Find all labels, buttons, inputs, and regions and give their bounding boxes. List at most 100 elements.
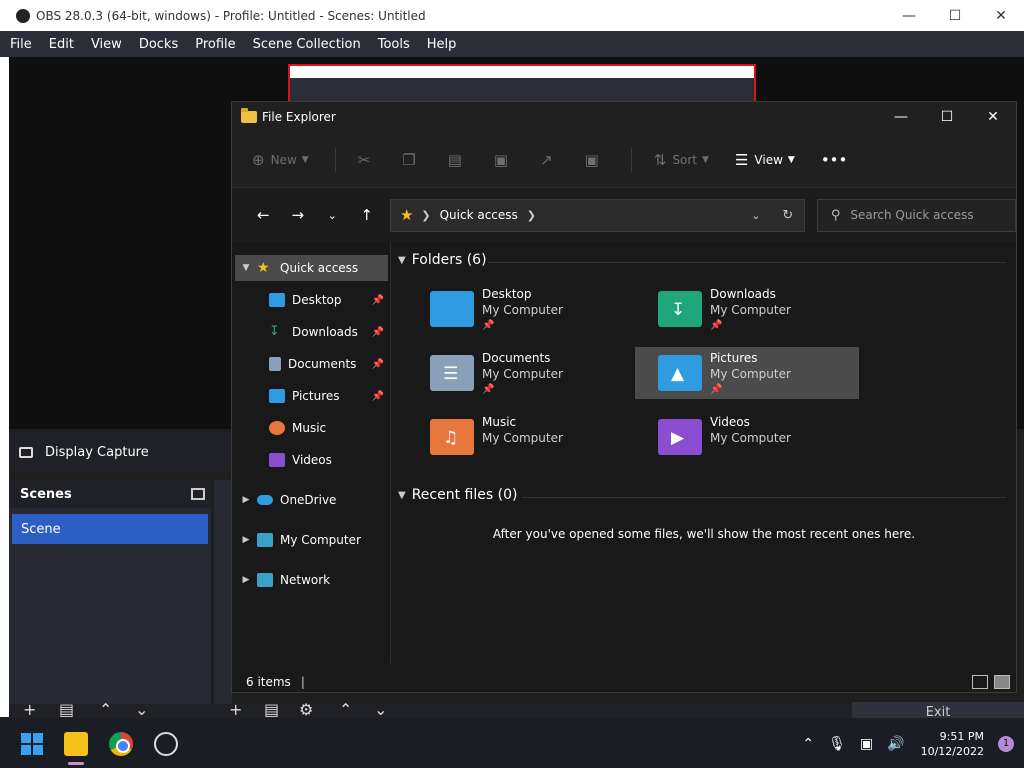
add-scene-icon[interactable]: + <box>23 700 36 719</box>
chevron-right-icon[interactable]: ❯ <box>527 209 536 222</box>
recent-files-empty-message: After you've opened some files, we'll sh… <box>492 527 916 541</box>
chevron-down-icon: ▼ <box>398 254 406 266</box>
file-explorer-window: File Explorer — ☐ ✕ ⊕ New ▼ ✂ ❐ ▤ ▣ ↗ ▣ … <box>231 101 1017 693</box>
obs-exit-button[interactable]: Exit <box>852 702 1024 718</box>
chevron-down-icon: ▼ <box>787 154 795 165</box>
obs-maximize-button[interactable]: ☐ <box>932 8 978 24</box>
source-up-icon[interactable]: ⌃ <box>339 700 352 719</box>
explorer-close-button[interactable]: ✕ <box>970 109 1016 125</box>
more-options-button[interactable]: ••• <box>821 151 854 169</box>
explorer-maximize-button[interactable]: ☐ <box>924 109 970 125</box>
search-icon: ⚲ <box>830 207 841 223</box>
folder-tile-music[interactable]: ♫ Music My Computer <box>424 411 648 463</box>
tree-item-network[interactable]: ▶ Network <box>235 567 388 593</box>
scissors-icon: ✂ <box>357 150 371 169</box>
tree-item-my-computer[interactable]: ▶ My Computer <box>235 527 388 553</box>
network-status-icon[interactable]: ▣ <box>860 736 873 752</box>
pin-icon: 📌 <box>710 384 723 395</box>
view-button[interactable]: ☰ View ▼ <box>735 151 795 169</box>
new-button[interactable]: ⊕ New ▼ <box>252 151 309 169</box>
obs-minimize-button[interactable]: — <box>886 8 932 24</box>
tree-item-onedrive[interactable]: ▶ OneDrive <box>235 487 388 513</box>
menu-profile[interactable]: Profile <box>195 37 235 52</box>
pin-icon: 📌 <box>482 384 495 395</box>
tree-item-quick-access[interactable]: ▼ ★ Quick access <box>235 255 388 281</box>
move-up-icon[interactable]: ⌃ <box>99 700 112 719</box>
folder-tile-documents[interactable]: ☰ Documents My Computer 📌 <box>424 347 648 399</box>
volume-icon[interactable]: 🔊 <box>887 736 904 752</box>
details-view-icon[interactable] <box>972 675 988 689</box>
folder-tile-desktop[interactable]: Desktop My Computer 📌 <box>424 283 648 335</box>
folder-tile-pictures[interactable]: ▲ Pictures My Computer 📌 <box>635 347 859 399</box>
tree-item-desktop[interactable]: Desktop 📌 <box>235 287 388 313</box>
explorer-minimize-button[interactable]: — <box>878 109 924 125</box>
obs-close-button[interactable]: ✕ <box>978 8 1024 24</box>
cut-button[interactable]: ✂ <box>358 151 377 169</box>
chevron-down-icon[interactable]: ▼ <box>235 263 257 273</box>
command-bar: ⊕ New ▼ ✂ ❐ ▤ ▣ ↗ ▣ ⇅ Sort ▼ ☰ View ▼ ••… <box>232 132 1016 188</box>
scenes-dock: Scenes Scene <box>9 480 211 708</box>
chevron-right-icon[interactable]: ▶ <box>235 535 257 545</box>
taskbar-chrome-icon[interactable] <box>109 732 133 756</box>
add-source-icon[interactable]: + <box>229 700 242 719</box>
chevron-right-icon[interactable]: ▶ <box>235 495 257 505</box>
recent-files-section-header[interactable]: ▼ Recent files (0) <box>398 487 517 503</box>
sort-button[interactable]: ⇅ Sort ▼ <box>654 151 709 169</box>
tree-item-music[interactable]: Music <box>235 415 388 441</box>
menu-docks[interactable]: Docks <box>139 37 178 52</box>
tree-item-videos[interactable]: Videos <box>235 447 388 473</box>
notification-badge[interactable]: 1 <box>998 736 1014 752</box>
pin-icon: 📌 <box>371 326 384 338</box>
move-down-icon[interactable]: ⌄ <box>135 700 148 719</box>
plus-circle-icon: ⊕ <box>252 150 265 169</box>
search-input[interactable] <box>850 208 1001 222</box>
menu-help[interactable]: Help <box>427 37 457 52</box>
refresh-icon[interactable]: ↻ <box>772 208 804 223</box>
delete-button[interactable]: ▣ <box>585 151 605 169</box>
tree-item-pictures[interactable]: Pictures 📌 <box>235 383 388 409</box>
taskbar-obs-icon[interactable] <box>154 732 178 756</box>
obs-capture-source-frame[interactable] <box>288 64 756 106</box>
large-icons-view-icon[interactable] <box>994 675 1010 689</box>
start-button[interactable] <box>21 733 43 755</box>
menu-tools[interactable]: Tools <box>378 37 410 52</box>
remove-source-icon[interactable]: ▤ <box>264 700 279 719</box>
copy-button[interactable]: ❐ <box>402 151 421 169</box>
rename-button[interactable]: ▣ <box>494 151 514 169</box>
folder-tile-downloads[interactable]: ↧ Downloads My Computer 📌 <box>652 283 876 335</box>
search-box[interactable]: ⚲ <box>816 198 1017 232</box>
taskbar-file-explorer-icon[interactable] <box>64 732 88 765</box>
folder-tile-videos[interactable]: ▶ Videos My Computer <box>652 411 876 463</box>
pictures-folder-icon: ▲ <box>658 355 702 391</box>
address-bar[interactable]: ★ ❯ Quick access ❯ ⌄ ↻ <box>389 198 805 232</box>
up-button[interactable]: ↑ <box>349 206 383 224</box>
source-settings-icon[interactable]: ⚙ <box>299 700 313 719</box>
tray-overflow-icon[interactable]: ⌃ <box>802 736 814 752</box>
downloads-folder-icon: ↧ <box>658 291 702 327</box>
menu-file[interactable]: File <box>10 37 32 52</box>
back-button[interactable]: ← <box>246 206 280 224</box>
menu-scene-collection[interactable]: Scene Collection <box>253 37 361 52</box>
explorer-body: ▼ ★ Quick access Desktop 📌 ↧ Downloads 📌… <box>232 243 1016 663</box>
tree-item-downloads[interactable]: ↧ Downloads 📌 <box>235 319 388 345</box>
source-down-icon[interactable]: ⌄ <box>374 700 387 719</box>
documents-folder-icon: ☰ <box>430 355 474 391</box>
computer-icon <box>257 533 273 547</box>
share-button[interactable]: ↗ <box>540 151 559 169</box>
clock[interactable]: 9:51 PM 10/12/2022 <box>921 729 984 759</box>
paste-button[interactable]: ▤ <box>448 151 468 169</box>
forward-button[interactable]: → <box>280 206 314 224</box>
undock-icon[interactable] <box>191 488 205 500</box>
remove-scene-icon[interactable]: ▤ <box>59 700 74 719</box>
cloud-icon <box>257 495 273 505</box>
chevron-right-icon[interactable]: ▶ <box>235 575 257 585</box>
breadcrumb-quick-access[interactable]: Quick access <box>440 208 518 222</box>
scene-list-item[interactable]: Scene <box>12 514 208 544</box>
menu-edit[interactable]: Edit <box>49 37 74 52</box>
address-dropdown-icon[interactable]: ⌄ <box>740 209 772 222</box>
recent-locations-button[interactable]: ⌄ <box>315 209 349 222</box>
menu-view[interactable]: View <box>91 37 122 52</box>
microphone-icon[interactable]: 🎙 <box>828 736 846 752</box>
folders-section-header[interactable]: ▼ Folders (6) <box>398 252 487 268</box>
tree-item-documents[interactable]: Documents 📌 <box>235 351 388 377</box>
